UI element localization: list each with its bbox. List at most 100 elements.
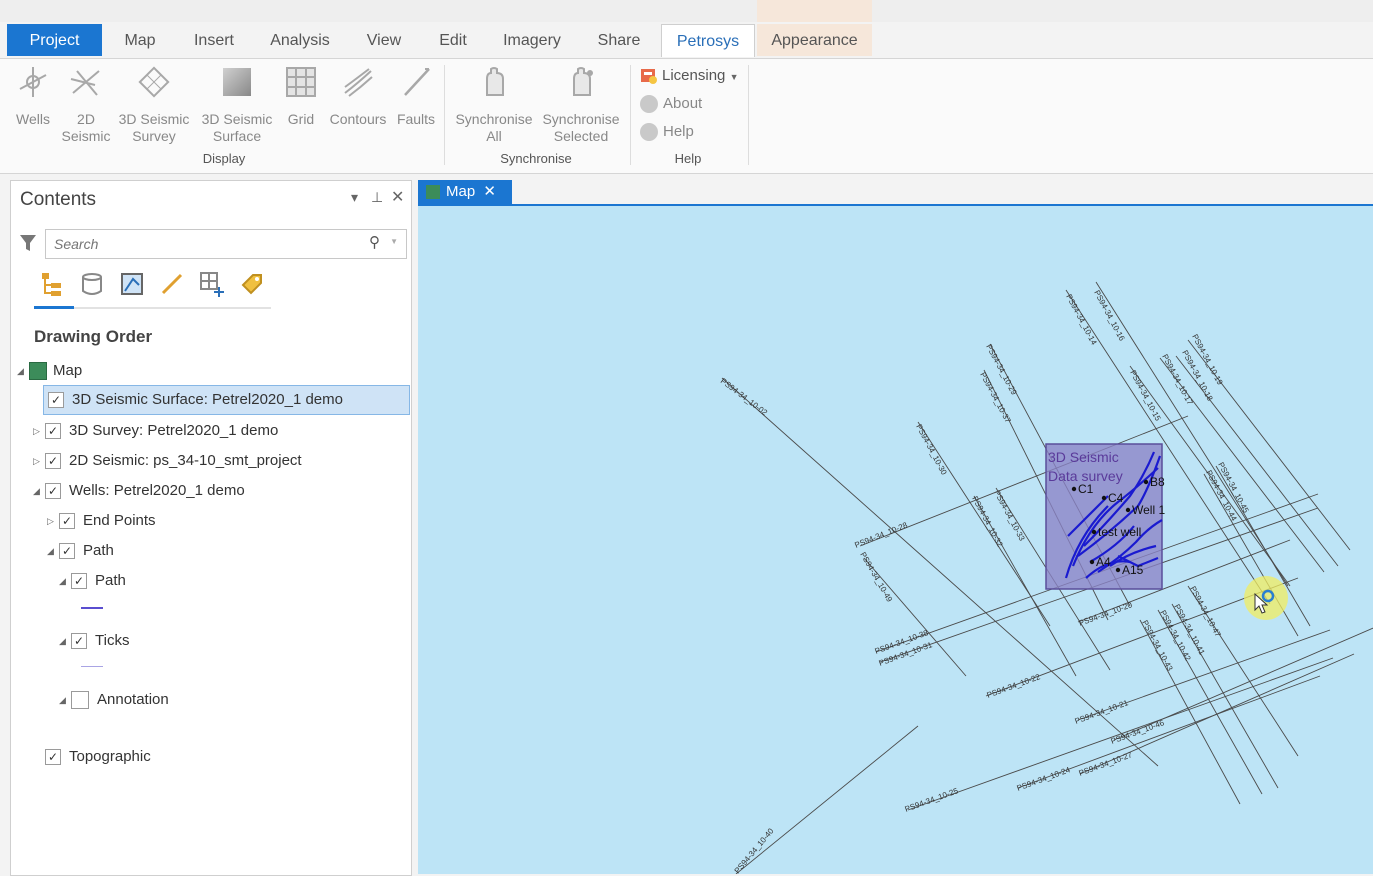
list-by-snapping-icon[interactable] bbox=[199, 271, 225, 297]
map-canvas[interactable]: PS94-34_10-16 PS94-34_10-14 PS94-34_10-18 P… bbox=[418, 206, 1373, 874]
faults-icon bbox=[404, 68, 430, 96]
synchronise-selected-button[interactable]: Synchronise Selected bbox=[538, 65, 624, 145]
layer-3d-seismic-surface[interactable]: ✓ 3D Seismic Surface: Petrel2020_1 demo bbox=[43, 385, 410, 415]
well-label: B8 bbox=[1150, 475, 1165, 489]
collapse-triangle-icon[interactable]: ◢ bbox=[47, 537, 59, 565]
search-input[interactable] bbox=[52, 230, 356, 258]
pane-options-icon[interactable]: ▾ bbox=[351, 189, 358, 206]
search-dropdown-icon[interactable]: ▼ bbox=[390, 237, 398, 246]
collapse-triangle-icon[interactable]: ◢ bbox=[59, 567, 71, 595]
layer-visibility-checkbox[interactable]: ✓ bbox=[45, 483, 61, 500]
layer-visibility-checkbox[interactable]: ✓ bbox=[71, 573, 87, 590]
seismic-line-label: PS94-34_10-24 bbox=[1016, 765, 1072, 793]
layer-path[interactable]: ◢ ✓ Path bbox=[59, 567, 126, 595]
map-icon bbox=[29, 362, 47, 381]
licensing-button[interactable]: Licensing ▼ bbox=[640, 65, 738, 87]
tab-petrosys[interactable]: Petrosys bbox=[661, 24, 755, 57]
contours-button[interactable]: Contours bbox=[326, 65, 390, 128]
grid-icon bbox=[286, 67, 316, 97]
expand-triangle-icon[interactable]: ▷ bbox=[33, 417, 45, 445]
layer-annotation[interactable]: ◢ Annotation bbox=[59, 686, 169, 714]
layer-visibility-checkbox[interactable]: ✓ bbox=[45, 423, 61, 440]
list-by-labeling-icon[interactable] bbox=[239, 271, 265, 297]
search-box: ⚲ ▼ bbox=[45, 229, 407, 259]
dropdown-arrow-icon: ▼ bbox=[729, 72, 739, 82]
tab-insert[interactable]: Insert bbox=[184, 24, 244, 56]
help-icon bbox=[640, 123, 658, 142]
filter-icon[interactable] bbox=[19, 233, 37, 253]
well-label: A15 bbox=[1122, 563, 1144, 577]
layer-visibility-checkbox[interactable]: ✓ bbox=[59, 513, 75, 530]
layer-2d-seismic[interactable]: ▷ ✓ 2D Seismic: ps_34-10_smt_project bbox=[33, 447, 302, 475]
ribbon-separator bbox=[630, 65, 631, 165]
well-marker[interactable] bbox=[1115, 567, 1121, 573]
layer-visibility-checkbox[interactable]: ✓ bbox=[71, 633, 87, 650]
tab-analysis[interactable]: Analysis bbox=[262, 24, 338, 56]
layer-path-group[interactable]: ◢ ✓ Path bbox=[47, 537, 114, 565]
layer-visibility-checkbox[interactable]: ✓ bbox=[45, 749, 61, 766]
seismic-line-label: PS94-34_10-16 bbox=[1092, 289, 1127, 343]
tab-imagery[interactable]: Imagery bbox=[494, 24, 570, 56]
well-marker[interactable] bbox=[1125, 507, 1131, 513]
seismic-3d-surface-button[interactable]: 3D Seismic Surface bbox=[196, 65, 278, 145]
tab-map[interactable]: Map bbox=[112, 24, 168, 56]
layer-wells[interactable]: ◢ ✓ Wells: Petrel2020_1 demo bbox=[33, 477, 245, 505]
list-by-data-source-icon[interactable] bbox=[79, 271, 105, 297]
tab-edit[interactable]: Edit bbox=[430, 24, 476, 56]
seismic-line-label: PS94-34_10-49 bbox=[858, 551, 894, 605]
layer-3d-survey[interactable]: ▷ ✓ 3D Survey: Petrel2020_1 demo bbox=[33, 417, 278, 445]
survey-label-line1: 3D Seismic bbox=[1048, 449, 1119, 465]
path-symbol[interactable] bbox=[81, 607, 103, 609]
expand-triangle-icon[interactable]: ▷ bbox=[47, 507, 59, 535]
list-by-editing-icon[interactable] bbox=[159, 271, 185, 297]
ticks-symbol[interactable] bbox=[81, 666, 103, 667]
faults-button[interactable]: Faults bbox=[393, 65, 439, 128]
well-marker[interactable] bbox=[1101, 495, 1107, 501]
contents-title: Contents bbox=[20, 189, 97, 210]
layer-visibility-checkbox[interactable]: ✓ bbox=[45, 453, 61, 470]
well-label: test well bbox=[1098, 525, 1141, 539]
grid-button[interactable]: Grid bbox=[282, 65, 320, 128]
layer-visibility-checkbox[interactable]: ✓ bbox=[48, 392, 64, 409]
seismic-line[interactable] bbox=[735, 725, 919, 874]
map-drawing[interactable]: PS94-34_10-16PS94-34_10-14PS94-34_10-18P… bbox=[418, 206, 1373, 874]
seismic-line-label: PS94-34_10-15 bbox=[1128, 369, 1163, 423]
collapse-triangle-icon[interactable]: ◢ bbox=[17, 357, 29, 385]
layer-visibility-checkbox[interactable]: ✓ bbox=[59, 543, 75, 560]
well-marker[interactable] bbox=[1089, 559, 1095, 565]
map-view-tab[interactable]: Map ✕ bbox=[418, 180, 512, 204]
collapse-triangle-icon[interactable]: ◢ bbox=[59, 686, 71, 714]
list-by-selection-icon[interactable] bbox=[119, 271, 145, 297]
collapse-triangle-icon[interactable]: ◢ bbox=[33, 477, 45, 505]
tab-share[interactable]: Share bbox=[588, 24, 650, 56]
close-icon[interactable]: ✕ bbox=[483, 183, 496, 200]
tab-appearance[interactable]: Appearance bbox=[757, 24, 872, 56]
list-by-drawing-order-icon[interactable] bbox=[39, 271, 65, 297]
help-button[interactable]: Help bbox=[640, 121, 694, 143]
wells-button[interactable]: Wells bbox=[6, 65, 60, 128]
search-icon[interactable]: ⚲ bbox=[369, 233, 380, 251]
seismic-line-label: PS94-34_10-22 bbox=[986, 672, 1042, 700]
seismic-3d-survey-button[interactable]: 3D Seismic Survey bbox=[114, 65, 194, 145]
contents-pane: Contents ▾ ⊥ ✕ ⚲ ▼ Drawing Order ◢Map ✓3… bbox=[10, 180, 412, 876]
layer-topographic[interactable]: ✓ Topographic bbox=[45, 743, 151, 771]
expand-triangle-icon[interactable]: ▷ bbox=[33, 447, 45, 475]
collapse-triangle-icon[interactable]: ◢ bbox=[59, 627, 71, 655]
well-label: C1 bbox=[1078, 482, 1094, 496]
map-view: Map ✕ PS94-34_10-16 PS94-34_10-14 PS94-34_… bbox=[418, 180, 1373, 874]
well-marker[interactable] bbox=[1143, 479, 1149, 485]
layer-ticks[interactable]: ◢ ✓ Ticks bbox=[59, 627, 129, 655]
layer-map[interactable]: ◢ Map bbox=[17, 357, 82, 385]
synchronise-all-button[interactable]: Synchronise All bbox=[452, 65, 536, 145]
layer-end-points[interactable]: ▷ ✓ End Points bbox=[47, 507, 156, 535]
about-button[interactable]: About bbox=[640, 93, 702, 115]
pin-icon[interactable]: ⊥ bbox=[371, 189, 383, 206]
well-marker[interactable] bbox=[1091, 529, 1097, 535]
close-icon[interactable]: ✕ bbox=[391, 187, 404, 207]
seismic-2d-button[interactable]: 2D Seismic bbox=[60, 65, 112, 145]
seismic-line-label: PS94-34_10-14 bbox=[1064, 293, 1099, 347]
layer-visibility-checkbox[interactable] bbox=[71, 691, 89, 710]
tab-view[interactable]: View bbox=[358, 24, 410, 56]
tab-project[interactable]: Project bbox=[7, 24, 102, 56]
well-marker[interactable] bbox=[1071, 486, 1077, 492]
